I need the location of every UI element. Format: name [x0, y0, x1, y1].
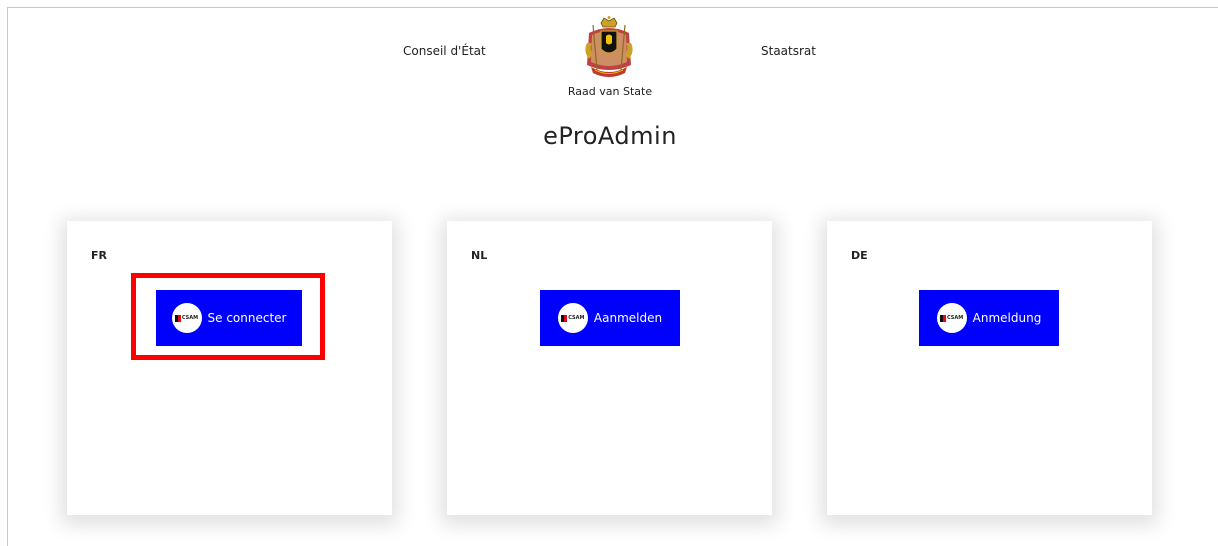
csam-logo-icon: CSAM	[171, 303, 202, 333]
login-button-label: Aanmelden	[593, 311, 663, 325]
csam-logo-text: CSAM	[568, 315, 585, 321]
header-label-de: Staatsrat	[761, 44, 816, 58]
header-label-nl: Raad van State	[567, 85, 653, 98]
card-language-label: FR	[91, 249, 107, 262]
belgian-coat-of-arms-icon	[585, 16, 633, 77]
csam-logo-icon: CSAM	[557, 303, 588, 333]
csam-login-button-de[interactable]: CSAM Anmeldung	[919, 290, 1059, 346]
login-button-label: Anmeldung	[972, 311, 1042, 325]
card-language-label: DE	[851, 249, 868, 262]
login-button-label: Se connecter	[207, 311, 287, 325]
csam-login-button-fr[interactable]: CSAM Se connecter	[156, 290, 302, 346]
login-card-nl: NL CSAM Aanmelden	[447, 221, 772, 515]
header-label-fr: Conseil d'État	[403, 44, 486, 58]
login-card-fr: FR CSAM Se connecter	[67, 221, 392, 515]
csam-logo-text: CSAM	[947, 315, 964, 321]
app-title: eProAdmin	[543, 122, 677, 150]
card-language-label: NL	[471, 249, 488, 262]
csam-logo-text: CSAM	[181, 315, 199, 321]
csam-logo-icon: CSAM	[936, 303, 967, 333]
csam-login-button-nl[interactable]: CSAM Aanmelden	[540, 290, 680, 346]
login-card-de: DE CSAM Anmeldung	[827, 221, 1152, 515]
